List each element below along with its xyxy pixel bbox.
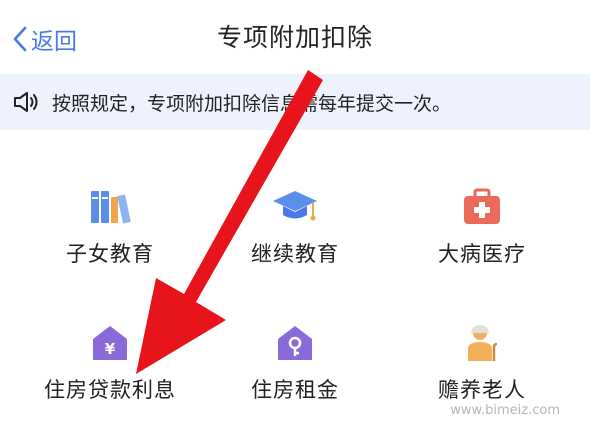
house-key-icon: [197, 322, 393, 364]
item-serious-illness[interactable]: 大病医疗: [384, 186, 580, 296]
item-label: 住房租金: [251, 378, 339, 402]
notice-banner: 按照规定，专项附加扣除信息需每年提交一次。: [0, 74, 590, 130]
page-title: 专项附加扣除: [216, 23, 373, 52]
item-continuing-education[interactable]: 继续教育: [197, 186, 393, 296]
elderly-person-icon: [384, 322, 580, 364]
books-icon: [12, 186, 208, 228]
item-housing-loan-interest[interactable]: ¥ 住房贷款利息: [12, 322, 208, 432]
speaker-icon: [12, 90, 42, 114]
item-children-education[interactable]: 子女教育: [12, 186, 208, 296]
item-label: 大病医疗: [438, 242, 526, 266]
house-yuan-icon: ¥: [12, 322, 208, 364]
item-label: 住房贷款利息: [44, 378, 176, 402]
item-label: 继续教育: [251, 242, 339, 266]
notice-text: 按照规定，专项附加扣除信息需每年提交一次。: [52, 92, 452, 115]
item-label: 赡养老人: [438, 378, 526, 402]
watermark: www.bimeiz.com: [450, 403, 560, 418]
item-label: 子女教育: [66, 242, 154, 266]
medical-kit-icon: [384, 186, 580, 228]
graduation-cap-icon: [197, 186, 393, 228]
svg-text:¥: ¥: [105, 340, 116, 358]
nav-bar: 返回 专项附加扣除: [0, 0, 590, 74]
item-housing-rent[interactable]: 住房租金: [197, 322, 393, 432]
